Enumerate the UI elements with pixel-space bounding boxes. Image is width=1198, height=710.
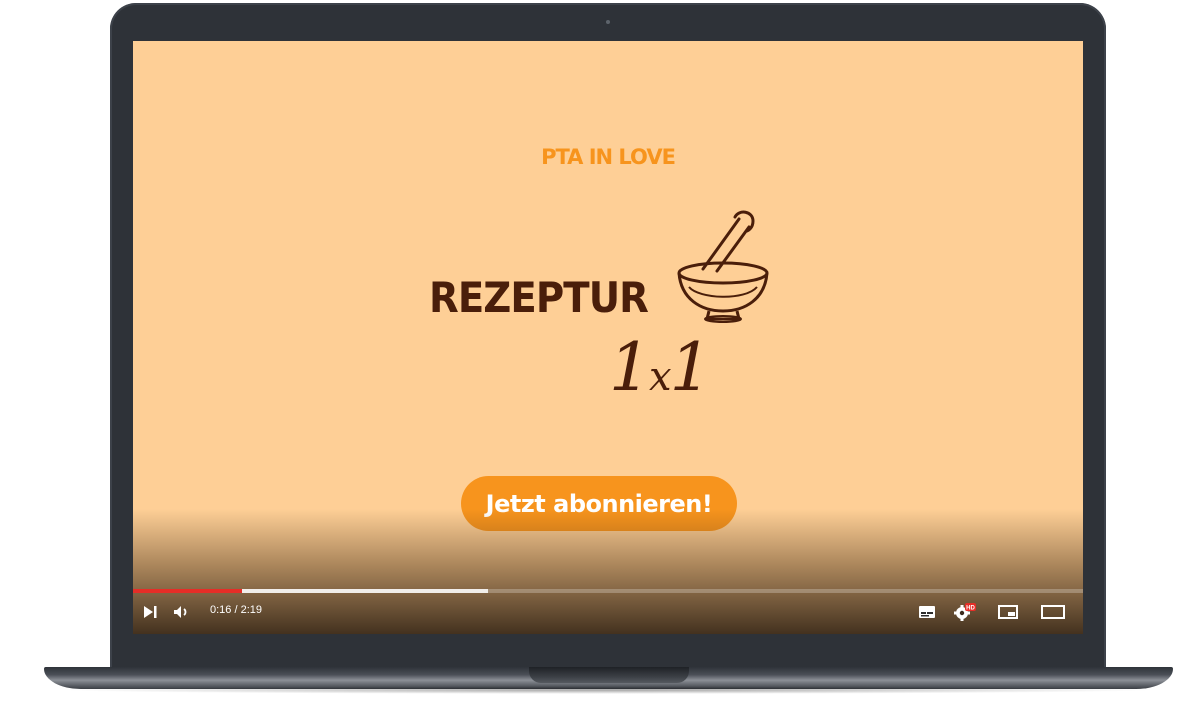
- subtitles-button[interactable]: [915, 597, 939, 627]
- laptop-mockup: PTA IN LOVE REZEPTUR 1x1 Jetzt abonniere…: [0, 0, 1198, 710]
- progress-bar[interactable]: [133, 589, 1083, 593]
- settings-icon: HD: [954, 603, 976, 621]
- subscribe-button[interactable]: Jetzt abonnieren!: [461, 476, 737, 531]
- video-title-word: REZEPTUR: [429, 273, 649, 322]
- settings-button[interactable]: HD: [951, 597, 977, 627]
- title-number-one: 1: [609, 329, 651, 406]
- webcam: [606, 20, 610, 24]
- laptop-hinge-notch: [529, 667, 689, 683]
- channel-brand: PTA IN LOVE: [541, 145, 676, 169]
- miniplayer-button[interactable]: [995, 597, 1021, 627]
- miniplayer-icon: [998, 605, 1018, 619]
- subtitles-icon: [919, 606, 935, 618]
- progress-played: [133, 589, 243, 593]
- volume-button[interactable]: [171, 597, 193, 627]
- title-number-one-second: 1: [669, 329, 712, 406]
- time-display: 0:16 / 2:19: [210, 604, 262, 616]
- laptop-shadow: [60, 686, 1157, 694]
- quality-badge: HD: [966, 606, 975, 612]
- next-button[interactable]: [139, 597, 161, 627]
- mortar-and-pestle-icon: [677, 210, 769, 323]
- video-title-number: 1x1: [609, 329, 712, 406]
- next-icon: [144, 606, 157, 618]
- video-player[interactable]: PTA IN LOVE REZEPTUR 1x1 Jetzt abonniere…: [133, 41, 1083, 634]
- theater-mode-icon: [1041, 605, 1065, 619]
- title-number-x: x: [649, 354, 672, 400]
- volume-icon: [174, 606, 187, 618]
- theater-mode-button[interactable]: [1038, 597, 1068, 627]
- player-controls: 0:16 / 2:19 HD: [133, 597, 1083, 627]
